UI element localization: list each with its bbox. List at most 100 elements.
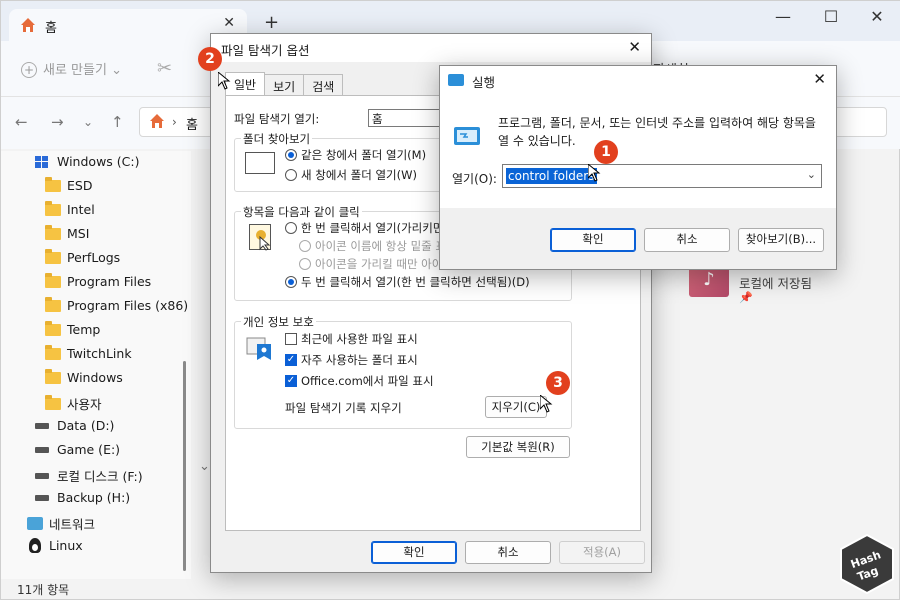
radio-dot [285,169,297,181]
run-dialog: 실행 ✕ 프로그램, 폴더, 문서, 또는 인터넷 주소를 입력하여 해당 항목… [439,65,837,270]
radio-label: 두 번 클릭해서 열기(한 번 클릭하면 선택됨)(D) [301,275,530,289]
checkmark-icon: ✓ [285,375,297,387]
drive-icon [35,422,49,429]
drive-icon [35,446,49,453]
restore-defaults-button[interactable]: 기본값 복원(R) [466,436,570,458]
sidebar-item-perflogs[interactable]: PerfLogs [45,248,121,265]
run-command-input[interactable]: control folders ⌄ [502,164,822,188]
run-program-icon [454,127,480,145]
pin-icon: 📌 [739,291,753,304]
sidebar-item-linux[interactable]: Linux [29,538,83,553]
drive-icon [35,494,49,501]
minimize-icon[interactable]: — [771,7,795,26]
clear-history-button[interactable]: 지우기(C) [485,396,547,418]
sidebar-item-twitchlink[interactable]: TwitchLink [45,344,132,361]
sidebar-item-local-disk-f[interactable]: 로컬 디스크 (F:) [35,466,143,485]
folder-icon [45,344,61,360]
sidebar-item-network[interactable]: 네트워크 [27,514,95,533]
chevron-down-icon[interactable]: ⌄ [807,168,816,181]
ok-button[interactable]: 확인 [371,541,457,564]
sidebar-item-label: Windows [67,370,123,385]
collapse-chevron-icon[interactable]: ⌄ [199,459,210,474]
run-cancel-button[interactable]: 취소 [644,228,730,252]
run-body: 프로그램, 폴더, 문서, 또는 인터넷 주소를 입력하여 해당 항목을 열 수… [440,94,836,208]
folder-icon [45,200,61,216]
sidebar-item-label: Program Files [67,274,152,289]
forward-icon[interactable]: → [51,113,64,131]
up-icon[interactable]: ↑ [111,113,124,131]
sidebar-item-esd[interactable]: ESD [45,176,93,193]
sidebar-scrollbar[interactable] [183,361,186,571]
recent-chevron-icon[interactable]: ⌄ [83,115,93,129]
clear-history-label: 파일 탐색기 기록 지우기 [285,401,402,415]
back-icon[interactable]: ← [15,113,28,131]
network-icon [27,517,43,530]
close-icon[interactable]: ✕ [865,7,889,26]
sidebar-item-label: Game (E:) [57,442,121,457]
sidebar-item-temp[interactable]: Temp [45,320,100,337]
run-browse-button[interactable]: 찾아보기(B)... [738,228,824,252]
sidebar-item-label: PerfLogs [67,250,121,265]
checkbox-frequent-folders[interactable]: ✓ 자주 사용하는 폴더 표시 [285,352,418,368]
folder-icon [45,394,61,410]
click-cursor-icon [249,224,271,251]
folder-icon [45,248,61,264]
pointer-icon [540,395,553,413]
folder-icon [45,272,61,288]
run-titlebar: 실행 ✕ [440,66,836,94]
radio-label: 같은 창에서 폴더 열기(M) [301,148,427,162]
sidebar-item-msi[interactable]: MSI [45,224,89,241]
sidebar-item-label: Data (D:) [57,418,115,433]
sidebar-item-game-e[interactable]: Game (E:) [35,442,120,457]
maximize-icon[interactable]: ☐ [819,7,843,26]
plus-icon: + [21,62,37,78]
tab-title: 홈 [45,21,57,36]
sidebar-item-label: 네트워크 [49,517,96,532]
folder-icon [45,296,61,312]
checkbox-office-files[interactable]: ✓ Office.com에서 파일 표시 [285,373,434,389]
new-tab-button[interactable]: + [264,12,279,33]
close-icon[interactable]: ✕ [628,38,641,56]
sidebar-item-users[interactable]: 사용자 [45,394,102,413]
cut-icon[interactable]: ✂ [157,58,172,79]
quick-item-location: 로컬에 저장됨 [739,276,812,291]
checkbox-label: Office.com에서 파일 표시 [301,374,434,388]
checkbox-label: 최근에 사용한 파일 표시 [301,332,418,346]
sidebar-item-program-files[interactable]: Program Files [45,272,152,289]
radio-double-click[interactable]: 두 번 클릭해서 열기(한 번 클릭하면 선택됨)(D) [285,274,530,290]
cancel-button[interactable]: 취소 [465,541,551,564]
tab-close-icon[interactable]: ✕ [223,15,235,31]
step-marker-2: 2 [198,47,222,71]
breadcrumb-separator-icon: › [172,115,177,129]
sidebar-item-backup-h[interactable]: Backup (H:) [35,490,130,505]
group-label: 개인 정보 보호 [241,314,316,330]
sidebar-item-windows-c[interactable]: Windows (C:) [35,154,139,169]
sidebar-item-data-d[interactable]: Data (D:) [35,418,114,433]
privacy-icon [245,332,275,362]
apply-button[interactable]: 적용(A) [559,541,645,564]
tab-view[interactable]: 보기 [264,74,305,96]
pointer-icon [218,72,231,90]
group-label: 폴더 찾아보기 [241,131,313,147]
run-icon [448,74,464,86]
radio-same-window[interactable]: 같은 창에서 폴더 열기(M) [285,147,426,163]
radio-dot [299,258,311,270]
new-button[interactable]: + 새로 만들기 ⌄ [21,59,122,78]
folder-options-titlebar: 파일 탐색기 옵션 ✕ [211,34,651,62]
sidebar-item-label: TwitchLink [67,346,132,361]
tab-search[interactable]: 검색 [303,74,344,96]
sidebar-item-label: 사용자 [67,397,102,412]
checkbox-label: 자주 사용하는 폴더 표시 [301,353,418,367]
checkbox-recent-files[interactable]: 최근에 사용한 파일 표시 [285,331,418,347]
radio-new-window[interactable]: 새 창에서 폴더 열기(W) [285,167,417,183]
checkbox-box [285,333,297,345]
sidebar-item-windows[interactable]: Windows [45,368,123,385]
sidebar-item-intel[interactable]: Intel [45,200,95,217]
sidebar-item-program-files-x86[interactable]: Program Files (x86) [45,296,188,313]
run-ok-button[interactable]: 확인 [550,228,636,252]
folder-icon [45,176,61,192]
group-label: 항목을 다음과 같이 클릭 [241,204,362,220]
close-icon[interactable]: ✕ [813,70,826,88]
folder-icon [45,224,61,240]
sidebar-item-label: ESD [67,178,93,193]
